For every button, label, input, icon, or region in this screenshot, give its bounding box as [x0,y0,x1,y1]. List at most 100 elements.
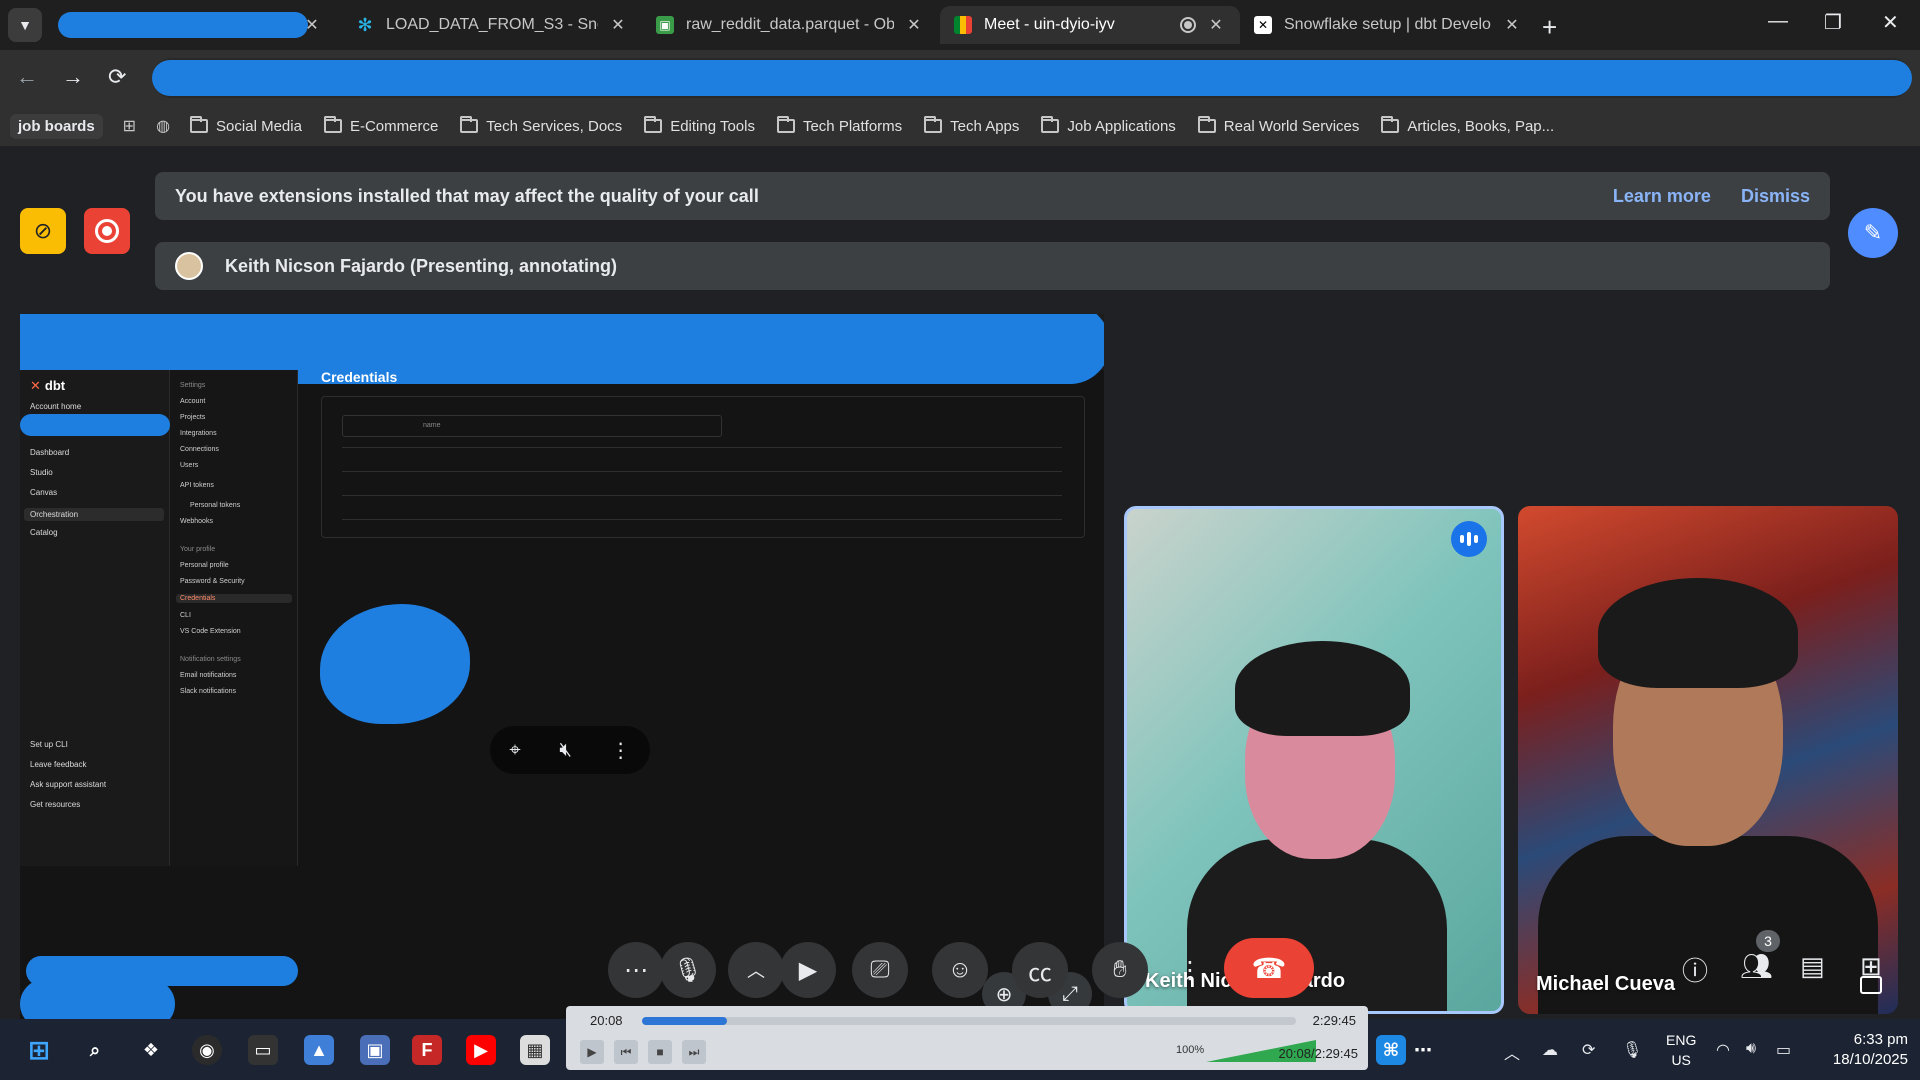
youtube-icon[interactable]: ▶ [466,1035,496,1065]
credentials-input[interactable]: name [342,415,722,437]
close-window-button[interactable]: ✕ [1882,10,1899,35]
stop-icon[interactable]: ■ [648,1040,672,1064]
annotate-pen-button[interactable]: ✎ [1848,208,1898,258]
cloud-icon[interactable]: ☁ [1542,1040,1558,1060]
dbt-nav-item[interactable]: Orchestration [24,508,164,521]
settings-item[interactable]: Personal tokens [190,502,240,509]
reactions-button[interactable]: ☺ [932,942,988,998]
tab-close-icon[interactable]: ✕ [302,15,322,35]
tab-search-button[interactable]: ▼ [8,8,42,42]
settings-item[interactable]: Personal profile [180,562,229,569]
tab-redacted[interactable]: ✕ [52,6,330,44]
more-vert-button[interactable]: ⋮ [1162,942,1218,998]
settings-item[interactable]: VS Code Extension [180,628,241,635]
vscode-icon[interactable]: ⌘ [1376,1035,1406,1065]
mute-audio-icon[interactable]: 🔇︎ [559,739,572,762]
dismiss-button[interactable]: Dismiss [1741,186,1810,207]
settings-item[interactable]: Webhooks [180,518,213,525]
end-call-button[interactable]: ☎︎ [1224,938,1314,998]
chrome-icon[interactable]: ◉ [192,1035,222,1065]
meeting-info-button[interactable]: ⓘ [1682,951,1708,988]
more-options-button[interactable]: ⋯ [608,942,664,998]
forward-button[interactable]: → [62,64,84,90]
bookmark-folder[interactable]: Tech Apps [924,116,1019,135]
task-view-icon[interactable]: ❖ [136,1035,166,1065]
more-vert-icon[interactable]: ⋮ [611,738,631,763]
camera-button[interactable]: ▶︎ [780,942,836,998]
dbt-nav-item[interactable]: Dashboard [30,448,69,457]
bookmark-folder[interactable]: Tech Services, Docs [460,116,622,135]
learn-more-link[interactable]: Learn more [1613,186,1711,207]
captions-button[interactable]: ㏄ [1012,942,1068,998]
bookmark-folder[interactable]: Tech Platforms [776,116,902,135]
skip-back-icon[interactable]: ⏮ [614,1040,638,1064]
dbt-nav-item[interactable]: Studio [30,468,53,477]
app-icon[interactable]: ▦ [520,1035,550,1065]
filezilla-icon[interactable]: F [412,1035,442,1065]
new-tab-button[interactable]: + [1542,12,1557,43]
windows-start-icon[interactable]: ⊞ [24,1035,54,1065]
media-seek-bar[interactable] [642,1017,1296,1025]
tab-snowflake[interactable]: ✻ LOAD_DATA_FROM_S3 - Snowfl ✕ [342,6,642,44]
dbt-nav-item[interactable]: Catalog [30,528,58,537]
dbt-nav-item[interactable]: Get resources [30,800,80,809]
tab-close-icon[interactable]: ✕ [904,15,924,35]
recording-button[interactable] [84,208,130,254]
reload-button[interactable]: ⟳ [108,64,126,90]
extension-camera-off-icon[interactable]: ⊘ [20,208,66,254]
globe-icon[interactable]: ◍ [156,116,170,136]
dbt-nav-item[interactable]: Canvas [30,488,57,497]
tab-s3-object[interactable]: ▣ raw_reddit_data.parquet - Obje ✕ [642,6,938,44]
tab-meet[interactable]: Meet - uin-dyio-iyv ✕ [940,6,1240,44]
participant-tile[interactable]: Keith Nicson Fajardo [1124,506,1504,1014]
back-button[interactable]: ← [16,64,38,90]
search-icon[interactable]: ⌕ [80,1035,110,1065]
photos-icon[interactable]: ▲ [304,1035,334,1065]
tab-close-icon[interactable]: ✕ [1206,15,1226,35]
sync-icon[interactable]: ⟳ [1582,1040,1595,1060]
tab-close-icon[interactable]: ✕ [1502,15,1522,35]
bookmark-folder[interactable]: Editing Tools [644,116,755,135]
dbt-nav-item[interactable]: Ask support assistant [30,780,106,789]
settings-item-active[interactable]: Credentials [176,594,292,603]
bookmark-folder[interactable]: Job Applications [1041,116,1176,135]
settings-item[interactable]: API tokens [180,482,214,489]
chevron-up-icon[interactable]: ︿ [1504,1040,1520,1064]
settings-item[interactable]: Projects [180,414,205,421]
settings-item[interactable]: Password & Security [180,578,245,585]
bookmark-folder[interactable]: E-Commerce [323,116,438,135]
tab-dbt[interactable]: ✕ Snowflake setup | dbt Develope ✕ [1240,6,1536,44]
bookmark-folder[interactable]: Articles, Books, Pap... [1381,116,1554,135]
tab-close-icon[interactable]: ✕ [608,15,628,35]
dbt-nav-item[interactable]: Set up CLI [30,740,68,749]
bookmark-job-boards[interactable]: job boards [10,113,103,139]
apps-grid-icon[interactable]: ⊞ [123,116,136,136]
raise-hand-button[interactable]: ✋︎ [1092,942,1148,998]
unpin-icon[interactable]: ⌖ [509,739,520,762]
taskbar-clock[interactable]: 6:33 pm 18/10/2025 [1812,1030,1908,1070]
activities-button[interactable]: ⊞ [1860,951,1882,982]
microphone-icon[interactable]: 🎙︎ [1622,1040,1642,1060]
battery-icon[interactable]: ▭ [1776,1040,1791,1060]
remote-desktop-icon[interactable]: ▣ [360,1035,390,1065]
dbt-nav-item[interactable]: Leave feedback [30,760,87,769]
settings-item[interactable]: Slack notifications [180,688,236,695]
restore-button[interactable]: ❐ [1824,10,1842,35]
more-apps-icon[interactable]: ⋯ [1408,1035,1438,1065]
address-bar[interactable] [152,58,1912,98]
dbt-nav-item[interactable]: Account home [30,402,81,411]
terminal-icon[interactable]: ▭ [248,1035,278,1065]
bookmark-folder[interactable]: Real World Services [1197,116,1359,135]
participant-tile[interactable]: Michael Cueva [1518,506,1898,1014]
wifi-icon[interactable]: ◠ [1716,1040,1730,1060]
volume-icon[interactable]: 🔊︎ [1746,1040,1756,1058]
present-button[interactable]: ⎚ [852,942,908,998]
settings-item[interactable]: Integrations [180,430,217,437]
skip-forward-icon[interactable]: ⏭ [682,1040,706,1064]
microphone-button[interactable]: 🎙︎ [660,942,716,998]
settings-item[interactable]: Users [180,462,198,469]
bookmark-folder[interactable]: Social Media [190,116,302,135]
settings-item[interactable]: Connections [180,446,219,453]
language-indicator[interactable]: ENG US [1666,1030,1696,1070]
settings-item[interactable]: CLI [180,612,191,619]
